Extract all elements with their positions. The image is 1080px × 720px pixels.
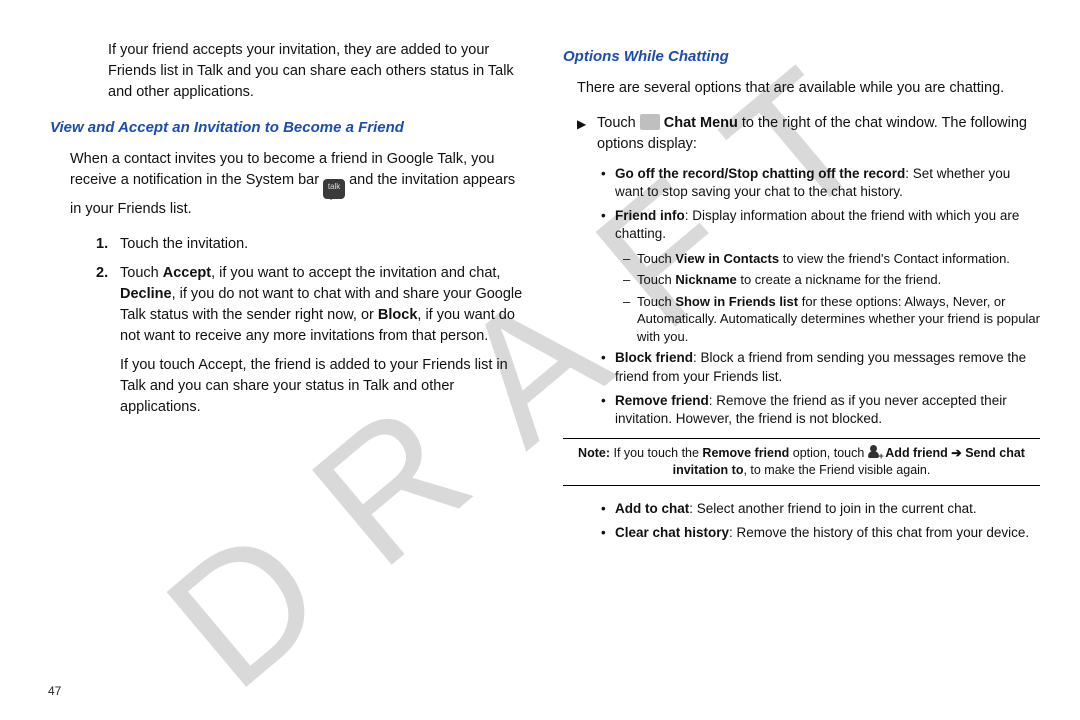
label: Remove friend xyxy=(615,393,709,408)
bullet-icon: • xyxy=(601,349,615,385)
text: Touch Nickname to create a nickname for … xyxy=(637,271,1040,289)
sub-show-in-friends: – Touch Show in Friends list for these o… xyxy=(623,293,1040,346)
right-column: Options While Chatting There are several… xyxy=(545,40,1040,690)
invite-paragraph: When a contact invites you to become a f… xyxy=(70,149,527,220)
step-2: 2. Touch Accept, if you want to accept t… xyxy=(96,263,527,347)
options-intro: There are several options that are avail… xyxy=(577,78,1040,99)
bullet-icon: • xyxy=(601,500,615,518)
text: Go off the record/Stop chatting off the … xyxy=(615,165,1040,201)
step-text: Touch the invitation. xyxy=(120,234,527,255)
t: to view the friend's Contact information… xyxy=(779,251,1010,266)
t: Touch xyxy=(637,294,675,309)
bullet-icon: • xyxy=(601,524,615,542)
text: Touch View in Contacts to view the frien… xyxy=(637,250,1040,268)
note-box: Note: If you touch the Remove friend opt… xyxy=(563,438,1040,486)
t: to create a nickname for the friend. xyxy=(737,272,942,287)
option-go-off-record: • Go off the record/Stop chatting off th… xyxy=(601,165,1040,201)
t: Touch xyxy=(637,272,675,287)
b: Show in Friends list xyxy=(675,294,798,309)
t: Touch xyxy=(637,251,675,266)
page-content: If your friend accepts your invitation, … xyxy=(0,0,1080,720)
text: , if you want to accept the invitation a… xyxy=(211,265,500,281)
step-text: Touch Accept, if you want to accept the … xyxy=(120,263,527,347)
accept-label: Accept xyxy=(163,265,211,281)
chat-menu-label: Chat Menu xyxy=(664,115,738,131)
page-number: 47 xyxy=(48,684,61,698)
t: option, touch xyxy=(789,446,868,460)
add-friend-icon: + xyxy=(868,445,882,459)
section-heading-invite: View and Accept an Invitation to Become … xyxy=(50,117,527,139)
dash-icon: – xyxy=(623,250,637,268)
bullet-icon: • xyxy=(601,392,615,428)
left-column: If your friend accepts your invitation, … xyxy=(50,40,545,690)
dash-icon: – xyxy=(623,271,637,289)
option-friend-info: • Friend info: Display information about… xyxy=(601,207,1040,243)
option-add-to-chat: • Add to chat: Select another friend to … xyxy=(601,500,1040,518)
desc: : Remove the history of this chat from y… xyxy=(729,525,1029,540)
b: Add friend xyxy=(885,446,948,460)
dash-icon: – xyxy=(623,293,637,346)
label: Friend info xyxy=(615,208,685,223)
text: Touch xyxy=(597,115,640,131)
text: Remove friend: Remove the friend as if y… xyxy=(615,392,1040,428)
t: If you touch the xyxy=(610,446,702,460)
arrow-icon: ➔ xyxy=(948,446,965,460)
step-number: 1. xyxy=(96,234,120,255)
option-remove-friend: • Remove friend: Remove the friend as if… xyxy=(601,392,1040,428)
b: Remove friend xyxy=(702,446,789,460)
triangle-bullet-icon: ▶ xyxy=(577,113,597,155)
step-1: 1. Touch the invitation. xyxy=(96,234,527,255)
desc: : Select another friend to join in the c… xyxy=(689,501,976,516)
text: Block friend: Block a friend from sendin… xyxy=(615,349,1040,385)
step-number: 2. xyxy=(96,263,120,347)
chat-menu-step: ▶ Touch Chat Menu to the right of the ch… xyxy=(577,113,1040,155)
text: Clear chat history: Remove the history o… xyxy=(615,524,1040,542)
option-block-friend: • Block friend: Block a friend from send… xyxy=(601,349,1040,385)
block-label: Block xyxy=(378,307,418,323)
text: Add to chat: Select another friend to jo… xyxy=(615,500,1040,518)
label: Add to chat xyxy=(615,501,689,516)
text: Touch Chat Menu to the right of the chat… xyxy=(597,113,1040,155)
bullet-icon: • xyxy=(601,165,615,201)
sub-view-in-contacts: – Touch View in Contacts to view the fri… xyxy=(623,250,1040,268)
label: Block friend xyxy=(615,350,693,365)
option-clear-chat-history: • Clear chat history: Remove the history… xyxy=(601,524,1040,542)
text: to the right of the chat window. The fol… xyxy=(597,115,1027,152)
bullet-icon: • xyxy=(601,207,615,243)
note-label: Note: xyxy=(578,446,610,460)
text: Friend info: Display information about t… xyxy=(615,207,1040,243)
label: Go off the record/Stop chatting off the … xyxy=(615,166,905,181)
intro-text: If your friend accepts your invitation, … xyxy=(108,40,527,103)
section-heading-options: Options While Chatting xyxy=(563,46,1040,68)
b: View in Contacts xyxy=(675,251,779,266)
chat-menu-icon xyxy=(640,114,660,130)
decline-label: Decline xyxy=(120,286,172,302)
text: Touch Show in Friends list for these opt… xyxy=(637,293,1040,346)
sub-nickname: – Touch Nickname to create a nickname fo… xyxy=(623,271,1040,289)
text: Touch xyxy=(120,265,163,281)
talk-icon: talk xyxy=(323,179,345,199)
b: Nickname xyxy=(675,272,736,287)
t: , to make the Friend visible again. xyxy=(743,463,930,477)
label: Clear chat history xyxy=(615,525,729,540)
after-accept-text: If you touch Accept, the friend is added… xyxy=(120,355,527,418)
